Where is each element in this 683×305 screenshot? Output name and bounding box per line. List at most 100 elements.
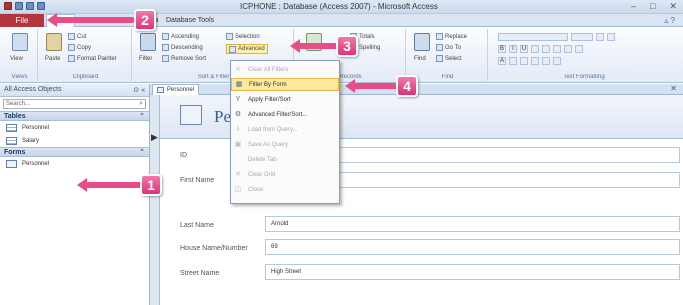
remove-sort-button[interactable]: Remove Sort	[162, 55, 206, 62]
highlight-icon[interactable]	[564, 45, 572, 53]
menu-item-label: Advanced Filter/Sort...	[248, 111, 308, 118]
menu-item-label: Delete Tab	[248, 156, 277, 163]
numbering-icon[interactable]	[607, 33, 615, 41]
filter-icon[interactable]	[140, 33, 156, 51]
nav-group-forms[interactable]: Forms ⌃	[0, 147, 149, 157]
access-logo-icon	[4, 2, 12, 10]
form-icon	[6, 159, 17, 168]
field-label-first-name: First Name	[180, 177, 215, 184]
replace-button[interactable]: Replace	[436, 33, 467, 40]
nav-item-form-personnel[interactable]: Personnel	[0, 157, 149, 170]
binoculars-icon[interactable]	[414, 33, 430, 51]
record-pointer-icon: ▶	[151, 132, 158, 142]
group-label-find: Find	[441, 74, 454, 80]
align-left-icon[interactable]	[520, 57, 528, 65]
goto-button[interactable]: Go To	[436, 44, 461, 51]
group-label-views: Views	[11, 74, 28, 80]
paste-icon[interactable]	[46, 33, 62, 51]
menu-item-label: Clear All Filters	[248, 66, 289, 73]
rtl-icon[interactable]	[553, 45, 561, 53]
paste-button[interactable]: Paste	[45, 56, 60, 62]
font-color-icon[interactable]: A	[498, 57, 506, 65]
align-center-icon[interactable]	[531, 57, 539, 65]
record-selector[interactable]: ▶	[150, 95, 160, 305]
alt-row-color-icon[interactable]	[553, 57, 561, 65]
outdent-icon[interactable]	[542, 45, 550, 53]
underline-icon[interactable]: U	[520, 45, 528, 53]
format-row-2: A	[498, 57, 561, 65]
step-badge-1: 1	[140, 174, 162, 196]
format-painter-button[interactable]: Format Painter	[68, 55, 117, 62]
menu-item-label: Filter By Form	[249, 81, 287, 88]
selection-button[interactable]: Selection	[226, 33, 260, 40]
undo-icon[interactable]	[26, 2, 34, 10]
minimize-button[interactable]: –	[631, 1, 636, 12]
advanced-label: Advanced	[238, 46, 265, 52]
indent-icon[interactable]	[531, 45, 539, 53]
menu-item-clear-grid[interactable]: ✕ Clear Grid	[231, 168, 339, 181]
window-controls: – □ ✕	[631, 1, 677, 12]
fill-color-icon[interactable]	[509, 57, 517, 65]
close-document-icon[interactable]: ✕	[670, 84, 677, 93]
bullets-icon[interactable]	[596, 33, 604, 41]
align-right-icon[interactable]	[542, 57, 550, 65]
close-window-button[interactable]: ✕	[669, 1, 677, 12]
select-button[interactable]: Select	[436, 55, 462, 62]
field-house-input[interactable]: 69	[265, 239, 680, 255]
save-query-icon: ▣	[234, 140, 242, 148]
menu-item-load-from-query[interactable]: ⇩ Load from Query...	[231, 123, 339, 136]
menu-item-label: Clear Grid	[248, 171, 276, 178]
selection-label: Selection	[235, 33, 260, 40]
nav-item-table-salary[interactable]: Salary	[0, 134, 149, 147]
remove-sort-label: Remove Sort	[171, 55, 207, 62]
maximize-button[interactable]: □	[650, 1, 655, 12]
gridlines-icon[interactable]	[575, 45, 583, 53]
italic-icon[interactable]: I	[509, 45, 517, 53]
menu-item-close[interactable]: ◫ Close	[231, 183, 339, 196]
tab-file[interactable]: File	[0, 14, 44, 27]
advanced-button[interactable]: Advanced	[226, 44, 268, 54]
menu-item-advanced-filter-sort[interactable]: ⚙ Advanced Filter/Sort...	[231, 108, 339, 121]
font-name-dropdown[interactable]	[498, 33, 568, 41]
clear-grid-icon: ✕	[235, 170, 241, 178]
font-row	[498, 33, 615, 41]
menu-item-label: Apply Filter/Sort	[248, 96, 291, 103]
save-icon[interactable]	[15, 2, 23, 10]
table-icon	[6, 136, 17, 145]
descending-button[interactable]: Descending	[162, 44, 203, 51]
nav-group-tables[interactable]: Tables ⌃	[0, 111, 149, 121]
copy-button[interactable]: Copy	[68, 44, 91, 51]
filter-button[interactable]: Filter	[139, 56, 152, 62]
format-painter-icon	[68, 55, 75, 62]
ascending-label: Ascending	[171, 33, 200, 40]
field-last-name-input[interactable]: Arnold	[265, 216, 680, 232]
help-icon[interactable]: ▵ ?	[664, 16, 675, 25]
field-label-street: Street Name	[180, 270, 220, 277]
nav-item-table-personnel[interactable]: Personnel	[0, 121, 149, 134]
document-tab-personnel[interactable]: Personnel	[152, 84, 200, 95]
menu-item-delete-tab[interactable]: Delete Tab	[231, 153, 339, 166]
cut-button[interactable]: Cut	[68, 33, 86, 40]
tab-database-tools[interactable]: Database Tools	[162, 14, 218, 27]
bold-icon[interactable]: B	[498, 45, 506, 53]
menu-item-filter-by-form[interactable]: ▦ Filter By Form	[231, 78, 339, 91]
field-street-input[interactable]: High Street	[265, 264, 680, 280]
collapse-icon: ⌃	[139, 149, 145, 156]
view-button[interactable]: View	[10, 56, 23, 62]
menu-item-save-as-query[interactable]: ▣ Save As Query	[231, 138, 339, 151]
menu-item-apply-filter-sort[interactable]: Y Apply Filter/Sort	[231, 93, 339, 106]
replace-icon	[436, 33, 443, 40]
field-label-id: ID	[180, 152, 187, 159]
shutter-bar-icon[interactable]: ⊙ «	[133, 86, 145, 94]
ascending-button[interactable]: Ascending	[162, 33, 199, 40]
close-icon: ◫	[234, 185, 242, 193]
menu-item-clear-all-filters[interactable]: ⨯ Clear All Filters	[231, 63, 339, 76]
font-size-dropdown[interactable]	[571, 33, 593, 41]
find-button[interactable]: Find	[414, 56, 426, 62]
nav-pane-header[interactable]: All Access Objects ⊙ «	[0, 84, 149, 97]
copy-label: Copy	[77, 44, 92, 51]
remove-sort-icon	[162, 55, 169, 62]
redo-icon[interactable]	[37, 2, 45, 10]
view-icon[interactable]	[12, 33, 28, 51]
nav-search-input[interactable]: Search... ⌕	[3, 99, 146, 109]
